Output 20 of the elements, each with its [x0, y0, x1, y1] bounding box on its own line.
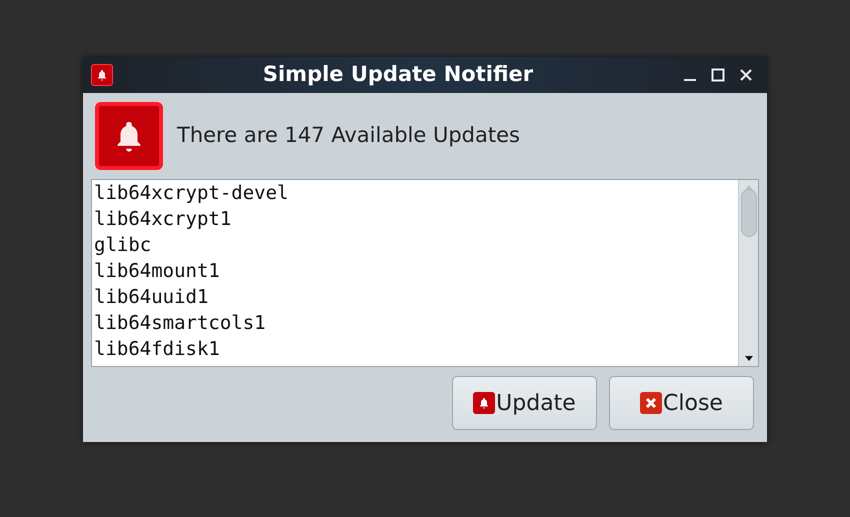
- package-item[interactable]: lib64xcrypt1: [94, 206, 738, 232]
- package-item[interactable]: lib64fdisk1: [94, 336, 738, 362]
- close-button[interactable]: Close: [609, 376, 754, 430]
- window-title: Simple Update Notifier: [262, 61, 534, 88]
- close-icon: [640, 392, 662, 414]
- package-item[interactable]: lib64uuid1: [94, 284, 738, 310]
- bell-icon: [473, 392, 496, 414]
- package-item[interactable]: glibc: [94, 232, 738, 258]
- update-button[interactable]: Update: [452, 376, 597, 430]
- package-item[interactable]: lib64mount1: [94, 258, 738, 284]
- update-count-message: There are 147 Available Updates: [177, 122, 520, 150]
- scrollbar[interactable]: [738, 180, 758, 366]
- package-item[interactable]: lib64smartcols1: [94, 310, 738, 336]
- close-icon[interactable]: [739, 68, 753, 82]
- maximize-icon[interactable]: [711, 68, 725, 82]
- package-item[interactable]: lib64xcrypt-devel: [94, 180, 738, 206]
- bell-icon: [96, 69, 108, 81]
- scroll-thumb[interactable]: [740, 189, 756, 237]
- scroll-down-icon[interactable]: [744, 355, 754, 363]
- bell-icon: [95, 102, 163, 170]
